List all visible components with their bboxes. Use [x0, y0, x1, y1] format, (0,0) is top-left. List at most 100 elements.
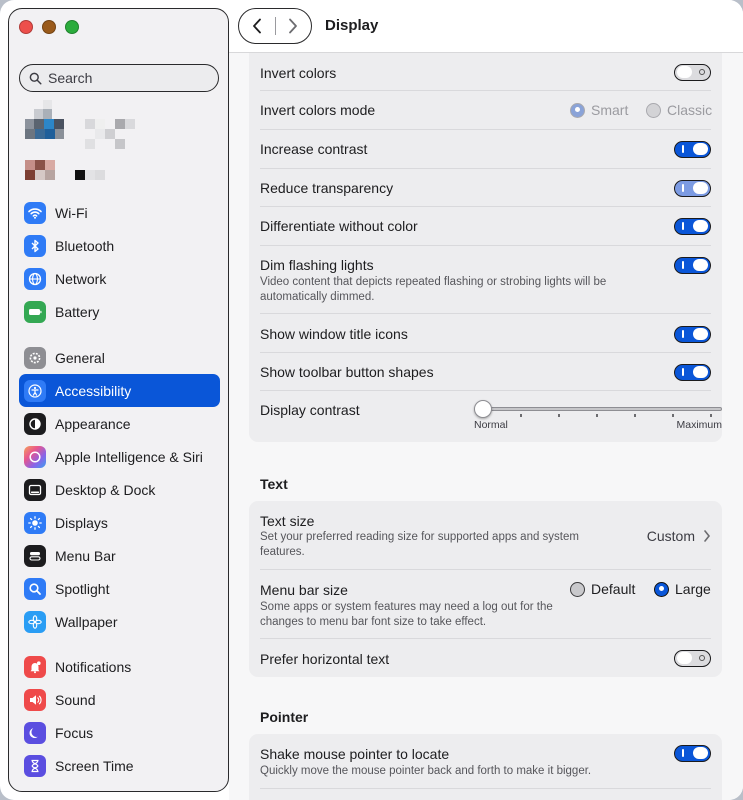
text-settings-group: Text size Set your preferred reading siz…	[249, 501, 722, 677]
display-contrast-slider[interactable]: Normal Maximum	[474, 400, 722, 436]
sidebar-nav-group-2: General Accessibility Appearance Apple I…	[19, 341, 220, 638]
window-controls	[19, 20, 79, 34]
sidebar-item-label: Wi-Fi	[55, 204, 88, 221]
show-toolbar-button-shapes-label: Show toolbar button shapes	[260, 364, 434, 380]
search-input[interactable]: Search	[19, 64, 219, 92]
sidebar-nav-group-1: Wi-Fi Bluetooth Network Battery	[19, 196, 220, 328]
sidebar-item-sound[interactable]: Sound	[19, 683, 220, 716]
sidebar-nav-group-3: Notifications Sound Focus Screen Time	[19, 650, 220, 782]
differentiate-without-color-label: Differentiate without color	[260, 218, 418, 234]
battery-icon	[24, 300, 46, 323]
dim-flashing-lights-description: Video content that depicts repeated flas…	[260, 276, 607, 303]
appearance-icon	[24, 412, 46, 435]
sidebar-item-label: Displays	[55, 514, 108, 531]
reduce-transparency-label: Reduce transparency	[260, 180, 394, 196]
invert-colors-row: Invert colors	[260, 53, 711, 91]
invert-colors-label: Invert colors	[260, 65, 337, 81]
menu-bar-size-default-radio[interactable]: Default	[570, 581, 635, 597]
sidebar-item-label: Menu Bar	[55, 547, 116, 564]
show-window-title-icons-row: Show window title icons	[260, 314, 711, 353]
sidebar-item-spotlight[interactable]: Spotlight	[19, 572, 220, 605]
show-toolbar-button-shapes-row: Show toolbar button shapes	[260, 353, 711, 391]
menu-bar-size-large-radio[interactable]: Large	[654, 581, 711, 597]
increase-contrast-label: Increase contrast	[260, 141, 368, 157]
dim-flashing-lights-row: Dim flashing lights Video content that d…	[260, 246, 711, 314]
chevron-left-icon	[252, 18, 261, 34]
prefer-horizontal-text-label: Prefer horizontal text	[260, 651, 390, 667]
increase-contrast-toggle[interactable]	[674, 141, 711, 158]
show-window-title-icons-label: Show window title icons	[260, 326, 408, 342]
increase-contrast-row: Increase contrast	[260, 130, 711, 169]
sidebar-item-label: Spotlight	[55, 580, 110, 597]
shake-pointer-label: Shake mouse pointer to locate	[260, 746, 450, 762]
display-contrast-row: Display contrast Normal Maximum	[260, 391, 722, 441]
invert-colors-mode-row: Invert colors mode Smart Classic	[260, 91, 712, 130]
invert-colors-mode-label: Invert colors mode	[260, 102, 376, 118]
sidebar-item-accessibility[interactable]: Accessibility	[19, 374, 220, 407]
pointer-section-heading: Pointer	[260, 709, 309, 725]
shake-pointer-toggle[interactable]	[674, 745, 711, 762]
gear-icon	[24, 346, 46, 369]
close-window-button[interactable]	[19, 20, 33, 34]
sidebar-item-battery[interactable]: Battery	[19, 295, 220, 328]
hourglass-icon	[24, 754, 46, 777]
sidebar-item-label: Screen Time	[55, 757, 134, 774]
menubar-icon	[24, 544, 46, 567]
sidebar-item-screen-time[interactable]: Screen Time	[19, 749, 220, 782]
show-window-title-icons-toggle[interactable]	[674, 326, 711, 343]
sidebar-item-bluetooth[interactable]: Bluetooth	[19, 229, 220, 262]
minimize-window-button[interactable]	[42, 20, 56, 34]
wifi-icon	[24, 201, 46, 224]
sidebar-item-displays[interactable]: Displays	[19, 506, 220, 539]
sidebar-item-focus[interactable]: Focus	[19, 716, 220, 749]
sidebar-item-label: Battery	[55, 303, 100, 320]
settings-window: Search Wi-Fi Bluetooth Network Battery G…	[0, 0, 743, 800]
account-avatar[interactable]	[25, 100, 145, 180]
sidebar-item-label: Notifications	[55, 658, 132, 675]
display-contrast-label: Display contrast	[260, 402, 360, 418]
reduce-transparency-toggle[interactable]	[674, 180, 711, 197]
dock-icon	[24, 478, 46, 501]
sidebar-item-label: Bluetooth	[55, 237, 115, 254]
sidebar-item-label: Desktop & Dock	[55, 481, 156, 498]
sidebar-item-wallpaper[interactable]: Wallpaper	[19, 605, 220, 638]
differentiate-without-color-toggle[interactable]	[674, 218, 711, 235]
slider-thumb[interactable]	[474, 400, 492, 418]
invert-mode-classic-radio[interactable]: Classic	[646, 102, 712, 118]
search-placeholder: Search	[48, 70, 93, 86]
sidebar-item-label: Network	[55, 270, 107, 287]
prefer-horizontal-text-toggle[interactable]	[674, 650, 711, 667]
sidebar-item-label: Apple Intelligence & Siri	[55, 448, 203, 465]
zoom-window-button[interactable]	[65, 20, 79, 34]
toolbar: Display	[229, 0, 743, 53]
chevron-right-icon	[704, 530, 711, 542]
sidebar-item-desktop-dock[interactable]: Desktop & Dock	[19, 473, 220, 506]
accessibility-icon	[24, 379, 46, 402]
shake-pointer-description: Quickly move the mouse pointer back and …	[260, 765, 592, 777]
bluetooth-icon	[24, 234, 46, 257]
forward-button[interactable]	[275, 9, 311, 43]
sidebar-item-appearance[interactable]: Appearance	[19, 407, 220, 440]
menu-bar-size-row: Menu bar size Some apps or system featur…	[260, 570, 711, 639]
differentiate-without-color-row: Differentiate without color	[260, 207, 711, 246]
sidebar-item-general[interactable]: General	[19, 341, 220, 374]
dim-flashing-lights-toggle[interactable]	[674, 257, 711, 274]
sidebar-item-wifi[interactable]: Wi-Fi	[19, 196, 220, 229]
text-size-description: Set your preferred reading size for supp…	[260, 531, 579, 558]
prefer-horizontal-text-row: Prefer horizontal text	[260, 639, 711, 677]
sidebar-item-network[interactable]: Network	[19, 262, 220, 295]
sidebar-item-apple-intelligence-siri[interactable]: Apple Intelligence & Siri	[19, 440, 220, 473]
sidebar-item-notifications[interactable]: Notifications	[19, 650, 220, 683]
show-toolbar-button-shapes-toggle[interactable]	[674, 364, 711, 381]
invert-mode-smart-radio[interactable]: Smart	[570, 102, 628, 118]
text-size-row[interactable]: Text size Set your preferred reading siz…	[260, 501, 711, 570]
sidebar-item-label: Sound	[55, 691, 96, 708]
settings-content: Invert colors Invert colors mode Smart C…	[229, 53, 743, 800]
next-row-partial	[260, 789, 711, 800]
text-section-heading: Text	[260, 476, 288, 492]
sidebar-item-menu-bar[interactable]: Menu Bar	[19, 539, 220, 572]
magnifier-icon	[24, 577, 46, 600]
back-button[interactable]	[239, 9, 275, 43]
invert-colors-toggle[interactable]	[674, 64, 711, 81]
sidebar-item-label: General	[55, 349, 105, 366]
